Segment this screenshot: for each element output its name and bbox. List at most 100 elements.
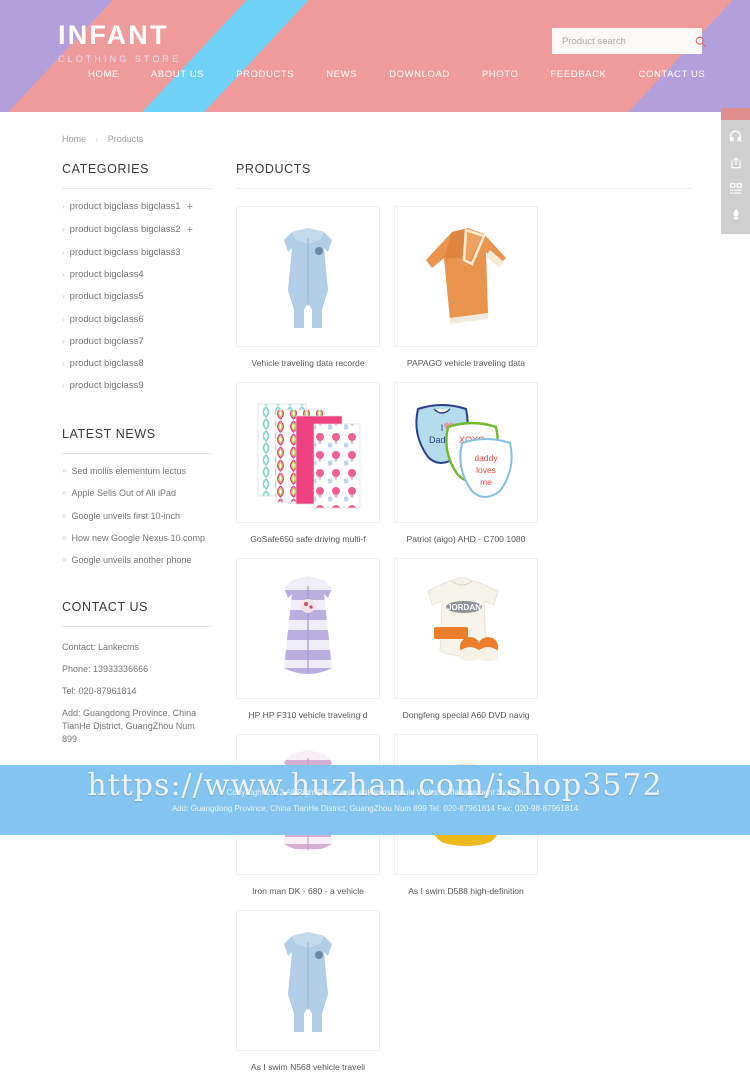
- side-toolbar-buttons: [721, 120, 750, 234]
- brand-logo[interactable]: INFANT CLOTHING STORE: [58, 20, 182, 65]
- categories-list: › product bigclass bigclass1 + › product…: [62, 195, 212, 397]
- share-icon: [730, 157, 741, 169]
- sidebar-item-bigclass4[interactable]: › product bigclass4: [62, 264, 212, 286]
- product-title: Patriot (aigo) AHD - C700 1080: [406, 534, 526, 544]
- nav-item-download[interactable]: DOWNLOAD: [373, 69, 466, 80]
- product-card[interactable]: HP HP F310 vehicle traveling d: [236, 558, 380, 720]
- product-thumbnail: [236, 558, 380, 699]
- chevron-right-icon: »: [62, 465, 67, 475]
- category-label: product bigclass bigclass2: [69, 224, 181, 236]
- product-thumbnail: [394, 206, 538, 347]
- product-title: HP HP F310 vehicle traveling d: [248, 710, 368, 720]
- nav-item-news[interactable]: NEWS: [310, 69, 373, 80]
- nav-item-contact-us[interactable]: CONTACT US: [623, 69, 722, 80]
- sidebar-item-bigclass5[interactable]: › product bigclass5: [62, 286, 212, 308]
- expand-plus-icon[interactable]: +: [187, 201, 193, 213]
- page-body: Home › Products CATEGORIES › product big…: [0, 112, 750, 1072]
- sidebar-item-bigclass6[interactable]: › product bigclass6: [62, 308, 212, 330]
- chevron-right-icon: »: [62, 555, 67, 565]
- news-list-item[interactable]: » Google unveils first 10-inch: [62, 504, 212, 526]
- news-list-item[interactable]: » Sed mollis elementum lectus: [62, 460, 212, 482]
- sleepsack-purple-stripe-image: [284, 575, 332, 674]
- expand-plus-icon[interactable]: +: [187, 224, 193, 236]
- main-navigation: HOME ABOUT US PRODUCTS NEWS DOWNLOAD PHO…: [72, 69, 721, 80]
- sidebar-item-bigclass9[interactable]: › product bigclass9: [62, 375, 212, 397]
- chevron-right-icon: ›: [62, 314, 65, 324]
- category-label: product bigclass bigclass1: [69, 201, 181, 213]
- search-icon: [695, 36, 706, 47]
- footer-copyright: CopyRight 2013 All Right Reserved Lankec…: [226, 787, 524, 797]
- product-search: [552, 28, 706, 54]
- product-card[interactable]: GoSafe650 safe driving multi-f: [236, 382, 380, 544]
- chevron-right-icon: »: [62, 488, 67, 498]
- product-card[interactable]: PAPAGO vehicle traveling data: [394, 206, 538, 368]
- nav-item-photo[interactable]: PHOTO: [466, 69, 535, 80]
- product-title: GoSafe650 safe driving multi-f: [250, 534, 366, 544]
- breadcrumb-separator: ›: [95, 135, 99, 144]
- brand-subtitle: CLOTHING STORE: [58, 54, 182, 64]
- side-toolbar-accent: [721, 108, 750, 120]
- contact-phone: Phone: 13933336666: [62, 664, 149, 675]
- qr-list-button[interactable]: [721, 176, 750, 202]
- chevron-right-icon: ›: [62, 292, 65, 302]
- product-thumbnail: [236, 206, 380, 347]
- category-label: product bigclass bigclass3: [69, 246, 181, 258]
- breadcrumb-current[interactable]: Products: [108, 134, 144, 144]
- product-title: As I swim D588 high-definition: [408, 886, 524, 896]
- product-card[interactable]: JORDAN Dongfeng special A60 DVD navig: [394, 558, 538, 720]
- chevron-right-icon: ›: [62, 381, 65, 391]
- news-list-item[interactable]: » Google unveils another phone: [62, 549, 212, 571]
- sidebar-item-bigclass1[interactable]: › product bigclass bigclass1 +: [62, 195, 212, 218]
- product-title: As I swim N568 vehicle traveli: [250, 1062, 366, 1072]
- contact-us-block: CONTACT US Contact: Lankecms Phone: 1393…: [62, 600, 212, 751]
- bibs-set-image: I Daddy XOXO OXOX XOXO: [415, 403, 513, 498]
- chevron-right-icon: ›: [62, 247, 65, 257]
- nav-item-about-us[interactable]: ABOUT US: [135, 69, 220, 80]
- category-label: product bigclass8: [69, 357, 144, 369]
- onesie-giftset-image: JORDAN: [427, 576, 499, 661]
- chevron-right-icon: »: [62, 533, 67, 542]
- chevron-right-icon: ›: [62, 358, 65, 368]
- sidebar: CATEGORIES › product bigclass bigclass1 …: [62, 162, 212, 1072]
- category-label: product bigclass9: [69, 380, 144, 392]
- back-to-top-button[interactable]: [721, 202, 750, 228]
- nav-item-products[interactable]: PRODUCTS: [220, 69, 310, 80]
- nav-item-home[interactable]: HOME: [72, 69, 135, 80]
- floating-side-toolbar: [721, 108, 750, 234]
- headset-icon: [729, 130, 742, 141]
- search-input[interactable]: [552, 35, 694, 47]
- chevron-right-icon: ›: [62, 225, 65, 235]
- chevron-right-icon: ›: [62, 270, 65, 280]
- search-button[interactable]: [694, 28, 707, 54]
- news-list-item[interactable]: » How new Google Nexus 10 comp: [62, 527, 212, 549]
- sidebar-item-bigclass7[interactable]: › product bigclass7: [62, 330, 212, 352]
- news-label: Google unveils another phone: [71, 555, 192, 566]
- product-card[interactable]: As I swim N568 vehicle traveli: [236, 910, 380, 1072]
- svg-text:JORDAN: JORDAN: [447, 603, 481, 612]
- news-list-item[interactable]: » Apple Sells Out of All iPad: [62, 482, 212, 504]
- customer-service-button[interactable]: [721, 124, 750, 150]
- content-columns: CATEGORIES › product bigclass bigclass1 …: [0, 144, 750, 1072]
- breadcrumb-home[interactable]: Home: [62, 134, 86, 144]
- contact-address: Add: Guangdong Province, China TianHe Di…: [62, 708, 197, 745]
- nav-item-feedback[interactable]: FEEDBACK: [534, 69, 622, 80]
- product-card[interactable]: Vehicle traveling data recorde: [236, 206, 380, 368]
- page-title: PRODUCTS: [236, 162, 692, 189]
- product-card[interactable]: I Daddy XOXO OXOX XOXO: [394, 382, 538, 544]
- news-label: Apple Sells Out of All iPad: [71, 488, 177, 499]
- sidebar-item-bigclass3[interactable]: › product bigclass bigclass3: [62, 241, 212, 263]
- sleepsack-blue-legs-image: [284, 227, 332, 328]
- news-label: How new Google Nexus 10 comp: [71, 533, 206, 543]
- brand-title: INFANT: [58, 20, 169, 50]
- product-grid: Vehicle traveling data recorde PAPAGO ve…: [236, 206, 692, 1072]
- gown-orange-image: [426, 227, 506, 324]
- product-title: PAPAGO vehicle traveling data: [406, 358, 526, 368]
- products-section: PRODUCTS Vehicle traveling data recorde: [212, 162, 750, 1072]
- share-button[interactable]: [721, 150, 750, 176]
- sidebar-item-bigclass2[interactable]: › product bigclass bigclass2 +: [62, 218, 212, 241]
- breadcrumb: Home › Products: [0, 112, 750, 144]
- sidebar-item-bigclass8[interactable]: › product bigclass8: [62, 352, 212, 374]
- sleepsack-blue-legs-image: [284, 931, 332, 1032]
- latest-news-heading: LATEST NEWS: [62, 427, 212, 454]
- category-label: product bigclass6: [69, 313, 144, 325]
